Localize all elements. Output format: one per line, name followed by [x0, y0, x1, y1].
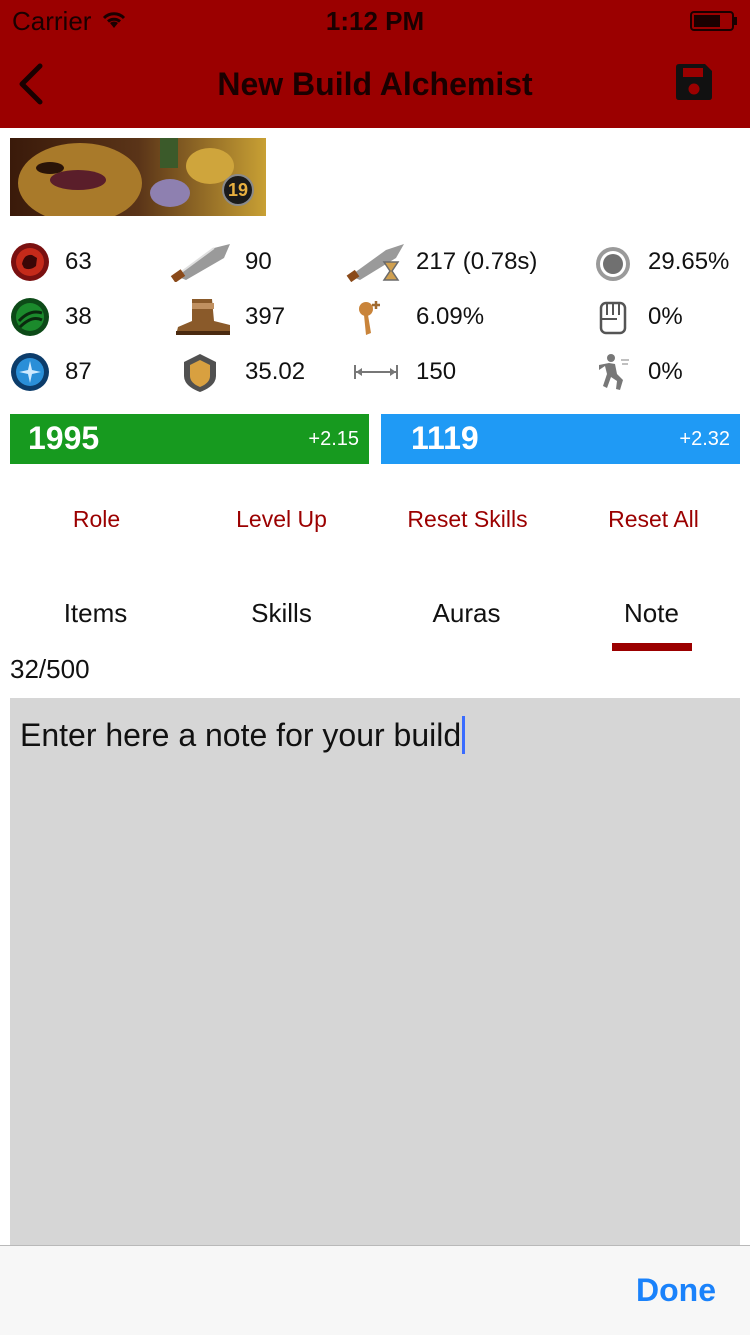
tab-items[interactable]: Items — [2, 598, 189, 629]
battery-icon — [690, 11, 737, 31]
clock: 1:12 PM — [325, 6, 425, 36]
stat-move-speed-value: 397 — [245, 303, 286, 330]
stat-armor-value: 35.02 — [245, 358, 306, 385]
stat-intelligence-value: 87 — [65, 358, 92, 385]
hero-level: 19 — [227, 180, 249, 200]
mana-value: 1119 — [411, 420, 479, 456]
page-title: New Build Alchemist — [217, 66, 533, 102]
done-button[interactable]: Done — [636, 1272, 716, 1309]
stat-damage-value: 90 — [245, 248, 272, 275]
stat-spell-amp-value: 6.09% — [416, 303, 485, 330]
note-text: Enter here a note for your build — [20, 717, 462, 753]
selected-tab-indicator — [612, 643, 692, 651]
mana-bar: 1119 +2.32 — [381, 414, 740, 464]
agility-icon — [11, 298, 49, 336]
strength-icon — [11, 243, 49, 281]
spell-amp-icon — [359, 301, 380, 335]
health-bar: 1995 +2.15 — [10, 414, 369, 464]
magic-resist-icon — [596, 247, 630, 281]
keyboard-toolbar: Done — [0, 1245, 750, 1335]
health-regen: +2.15 — [308, 428, 359, 450]
status-bar: Carrier 1:12 PM — [0, 0, 750, 40]
stat-attack-speed-value: 217 (0.78s) — [416, 248, 538, 275]
mana-regen: +2.32 — [679, 428, 730, 450]
intelligence-icon — [11, 353, 49, 391]
stat-strength-value: 63 — [65, 248, 92, 275]
hero-portrait: 19 — [10, 138, 266, 216]
shield-icon — [184, 354, 216, 392]
reset-all-button[interactable]: Reset All — [560, 506, 747, 533]
health-value: 1995 — [28, 420, 100, 456]
evasion-icon — [599, 354, 629, 390]
sword-icon — [170, 244, 230, 282]
navigation-bar: New Build Alchemist — [0, 40, 750, 128]
attack-range-icon — [354, 365, 398, 379]
stat-attack-range-value: 150 — [416, 358, 457, 385]
role-button[interactable]: Role — [3, 506, 190, 533]
tab-skills[interactable]: Skills — [188, 598, 375, 629]
stat-agility-value: 38 — [65, 303, 92, 330]
floppy-disk-icon[interactable] — [674, 62, 714, 102]
reset-skills-button[interactable]: Reset Skills — [374, 506, 561, 533]
attack-speed-icon — [346, 244, 404, 282]
stat-status-resist-value: 0% — [648, 303, 683, 330]
stat-evasion-value: 0% — [648, 358, 683, 385]
level-up-button[interactable]: Level Up — [188, 506, 375, 533]
tab-auras[interactable]: Auras — [373, 598, 560, 629]
hero-level-badge: 19 — [222, 174, 254, 206]
note-textarea[interactable]: Enter here a note for your build — [10, 698, 740, 1246]
tab-note[interactable]: Note — [558, 598, 745, 629]
stat-magic-resist-value: 29.65% — [648, 248, 730, 275]
note-character-counter: 32/500 — [10, 654, 90, 684]
fist-icon — [599, 301, 627, 335]
boot-icon — [176, 299, 230, 335]
note-text-line: Enter here a note for your build — [20, 716, 466, 754]
text-cursor — [462, 716, 466, 754]
